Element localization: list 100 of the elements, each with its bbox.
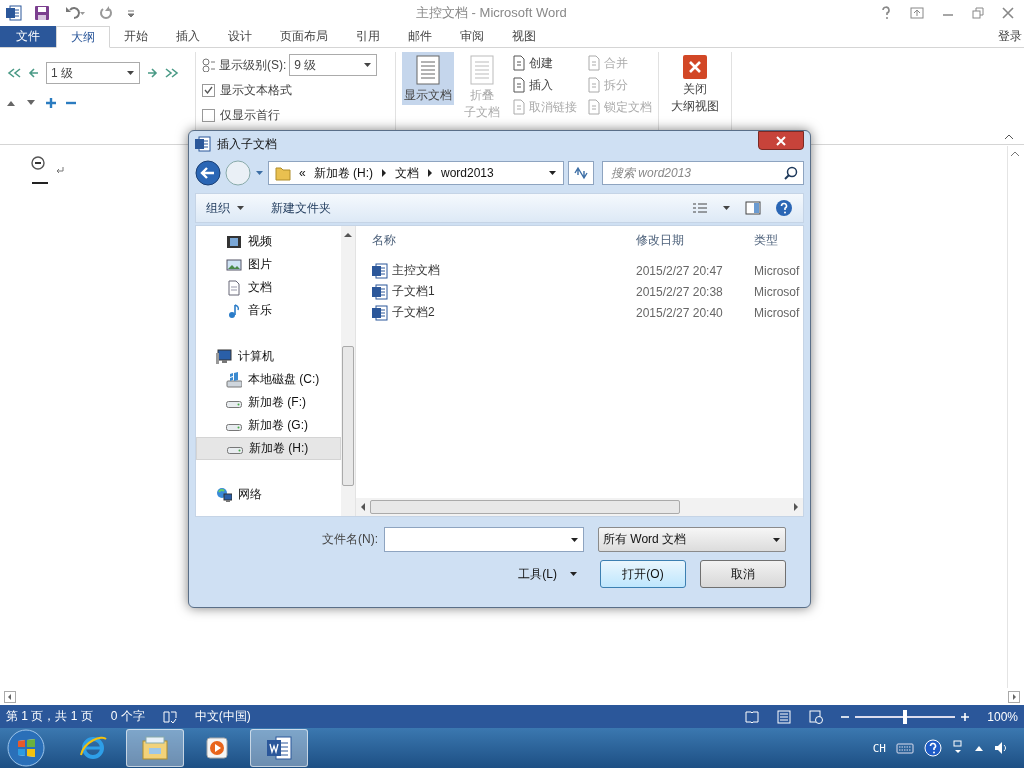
start-button-icon[interactable]	[6, 728, 46, 768]
volume-icon[interactable]	[994, 741, 1008, 755]
preview-pane-icon[interactable]	[745, 201, 761, 215]
proofing-icon[interactable]	[162, 709, 177, 724]
file-name[interactable]: 子文档1	[356, 283, 632, 300]
vertical-scrollbar[interactable]	[341, 226, 355, 516]
print-layout-icon[interactable]	[777, 709, 792, 724]
demote-to-body-icon[interactable]	[164, 67, 180, 79]
demote-icon[interactable]	[146, 67, 158, 79]
promote-icon[interactable]	[28, 67, 40, 79]
ribbon-tab[interactable]: 页面布局	[266, 26, 342, 47]
ribbon-display-icon[interactable]	[910, 7, 924, 19]
column-header[interactable]: 类型	[750, 231, 803, 249]
scroll-up-icon[interactable]	[344, 232, 352, 238]
scroll-right-icon[interactable]	[1008, 690, 1020, 703]
save-icon[interactable]	[34, 5, 50, 21]
web-layout-icon[interactable]	[809, 709, 824, 724]
expand-icon[interactable]	[46, 98, 56, 108]
scrollbar-thumb[interactable]	[370, 500, 680, 514]
view-options-icon[interactable]	[692, 202, 708, 214]
ribbon-tab[interactable]: 审阅	[446, 26, 498, 47]
close-outline-view-button[interactable]: 关闭 大纲视图	[665, 52, 725, 144]
search-field[interactable]: 搜索 word2013	[602, 161, 804, 185]
scroll-left-icon[interactable]	[4, 690, 16, 703]
horizontal-scrollbar[interactable]	[356, 498, 803, 516]
scroll-right-icon[interactable]	[793, 503, 799, 511]
collapse-ribbon-icon[interactable]	[1004, 134, 1014, 140]
nav-item[interactable]: 计算机	[196, 345, 341, 368]
level-dropdown[interactable]: 1 级	[46, 62, 140, 84]
file-name[interactable]: 主控文档	[356, 262, 632, 279]
nav-item[interactable]: 文档	[196, 276, 341, 299]
scroll-up-icon[interactable]	[1009, 150, 1021, 158]
file-name-field[interactable]	[384, 527, 584, 552]
show-level-dropdown[interactable]: 9 级	[289, 54, 378, 76]
file-name[interactable]: 子文档2	[356, 304, 632, 321]
caret-icon	[570, 535, 579, 544]
nav-item[interactable]: 音乐	[196, 299, 341, 322]
help-icon[interactable]	[880, 6, 892, 20]
ribbon-tab[interactable]: 引用	[342, 26, 394, 47]
ribbon-tab[interactable]: 邮件	[394, 26, 446, 47]
chevron-icon[interactable]	[427, 169, 433, 177]
page-count[interactable]: 第 1 页，共 1 页	[6, 708, 93, 725]
show-document-button[interactable]: 显示文档	[402, 52, 454, 105]
level-value: 1 级	[51, 64, 73, 82]
ribbon-tab[interactable]: 开始	[110, 26, 162, 47]
breadcrumb-item[interactable]: 文档	[395, 164, 419, 182]
nav-item[interactable]: 新加卷 (G:)	[196, 414, 341, 437]
read-mode-icon[interactable]	[745, 710, 760, 723]
input-language[interactable]: CH	[872, 741, 886, 755]
caret-icon[interactable]	[722, 204, 731, 212]
column-header[interactable]: 修改日期	[632, 231, 750, 249]
ribbon-tab[interactable]: 设计	[214, 26, 266, 47]
sign-in-link[interactable]: 登录	[998, 28, 1024, 45]
organize-menu[interactable]: 组织	[206, 199, 245, 217]
help-icon[interactable]	[924, 739, 942, 757]
checkbox[interactable]	[202, 108, 215, 122]
checkbox[interactable]	[202, 83, 215, 97]
caret-icon[interactable]	[548, 169, 557, 177]
zoom-slider-thumb[interactable]	[903, 709, 908, 724]
open-button[interactable]: 打开(O)	[600, 560, 686, 588]
breadcrumb-overflow[interactable]: «	[299, 166, 306, 180]
tools-menu[interactable]: 工具(L)	[518, 565, 578, 583]
breadcrumb-item[interactable]: 新加卷 (H:)	[313, 164, 373, 182]
window-switch-icon[interactable]	[952, 740, 964, 756]
ribbon-tab[interactable]: 视图	[498, 26, 550, 47]
refresh-button[interactable]	[568, 161, 594, 185]
nav-item[interactable]: 图片	[196, 253, 341, 276]
back-icon[interactable]	[195, 160, 221, 186]
close-button[interactable]	[758, 131, 804, 150]
nav-item[interactable]: 新加卷 (H:)	[196, 437, 341, 460]
ribbon-tab[interactable]: 插入	[162, 26, 214, 47]
nav-item[interactable]: 网络	[196, 483, 341, 506]
show-hidden-icons-icon[interactable]	[974, 744, 984, 752]
taskbar-button[interactable]	[250, 729, 308, 767]
nav-item[interactable]: 本地磁盘 (C:)	[196, 368, 341, 391]
language[interactable]: 中文(中国)	[194, 708, 251, 725]
promote-to-heading-icon[interactable]	[6, 67, 22, 79]
word-count[interactable]: 0 个字	[110, 708, 145, 725]
file-tab[interactable]: 文件	[0, 26, 56, 47]
zoom-level[interactable]: 100%	[987, 709, 1018, 724]
nav-item[interactable]: 视频	[196, 230, 341, 253]
column-header[interactable]: 名称	[356, 231, 632, 249]
address-bar[interactable]: « 新加卷 (H:) 文档 word2013	[268, 161, 564, 185]
scroll-left-icon[interactable]	[360, 503, 366, 511]
cancel-button[interactable]: 取消	[700, 560, 786, 588]
chevron-icon[interactable]	[381, 169, 387, 177]
redo-icon[interactable]	[98, 5, 114, 21]
word-icon[interactable]	[6, 5, 22, 21]
ribbon-command[interactable]: 创建	[512, 52, 577, 74]
vertical-scrollbar[interactable]	[1007, 146, 1022, 688]
zoom-in-icon[interactable]	[961, 712, 970, 721]
close-icon[interactable]	[1002, 7, 1014, 19]
help-icon[interactable]	[775, 199, 793, 217]
ribbon-tab[interactable]: 大纲	[56, 26, 110, 48]
file-type-dropdown[interactable]: 所有 Word 文档	[598, 527, 786, 552]
keyboard-icon[interactable]	[896, 742, 914, 754]
ribbon-command[interactable]: 插入	[512, 74, 577, 96]
new-folder-button[interactable]: 新建文件夹	[271, 199, 331, 217]
nav-item[interactable]: 新加卷 (F:)	[196, 391, 341, 414]
breadcrumb-item[interactable]: word2013	[441, 166, 494, 180]
